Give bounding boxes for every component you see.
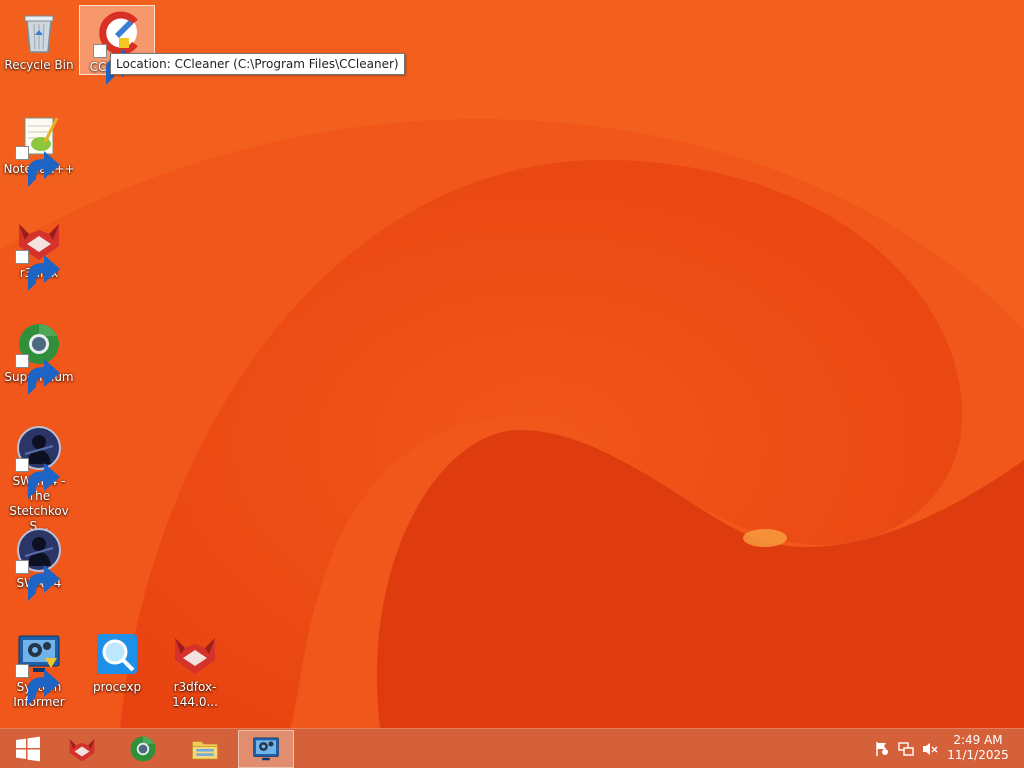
desktop-icon-label: procexp [92, 680, 142, 694]
desktop-icon-swat4-stetchkov[interactable]: SWAT 4 - The Stetchkov S... [1, 420, 77, 534]
desktop-icon-label: Recycle Bin [4, 58, 74, 72]
system-informer-icon [253, 737, 279, 761]
desktop[interactable]: Recycle Bin CCleaner [0, 0, 1024, 728]
shortcut-arrow-icon [15, 560, 60, 601]
desktop-icon-label: r3dfox-144.0... [172, 680, 218, 709]
desktop-icon-system-informer[interactable]: System Informer [1, 626, 77, 710]
r3dfox-icon [69, 739, 95, 762]
desktop-icon-supermium[interactable]: Supermium [1, 316, 77, 395]
taskbar-button-system-informer[interactable] [238, 730, 294, 768]
shortcut-arrow-icon [15, 458, 60, 499]
icon-tooltip: Location: CCleaner (C:\Program Files\CCl… [110, 53, 405, 75]
action-center-flag-icon[interactable] [874, 741, 890, 757]
r3dfox-icon [175, 638, 215, 674]
recycle-bin-icon [24, 15, 54, 53]
wallpaper [0, 0, 1024, 728]
desktop-icon-r3dfox-installer[interactable]: r3dfox-144.0... [157, 626, 233, 710]
shortcut-arrow-icon [93, 44, 138, 85]
shortcut-arrow-icon [15, 250, 60, 291]
desktop-icon-r3dfox[interactable]: r3dfox [1, 212, 77, 291]
network-icon[interactable] [898, 741, 914, 757]
clock-date: 11/1/2025 [947, 748, 1009, 762]
desktop-icon-recycle-bin[interactable]: Recycle Bin [1, 4, 77, 73]
taskbar-button-file-explorer[interactable] [177, 730, 233, 768]
taskbar-clock[interactable]: 2:49 AM 11/1/2025 [946, 733, 1010, 763]
procexp-icon [97, 634, 137, 674]
taskbar-button-r3dfox[interactable] [54, 730, 110, 768]
shortcut-arrow-icon [15, 664, 60, 705]
desktop-icon-notepadplusplus[interactable]: Notepad++ [1, 108, 77, 187]
taskbar: 2:49 AM 11/1/2025 [0, 728, 1024, 768]
speaker-muted-icon[interactable] [922, 741, 938, 757]
taskbar-button-supermium[interactable] [115, 730, 171, 768]
shortcut-arrow-icon [15, 146, 60, 187]
start-button[interactable] [0, 730, 56, 768]
desktop-icon-procexp[interactable]: procexp [79, 626, 155, 695]
supermium-icon [130, 736, 156, 762]
windows-logo-icon [16, 736, 40, 762]
shortcut-arrow-icon [15, 354, 60, 395]
file-explorer-icon [192, 741, 218, 760]
clock-time: 2:49 AM [953, 733, 1003, 747]
desktop-icon-swat4[interactable]: SWAT 4 [1, 522, 77, 601]
